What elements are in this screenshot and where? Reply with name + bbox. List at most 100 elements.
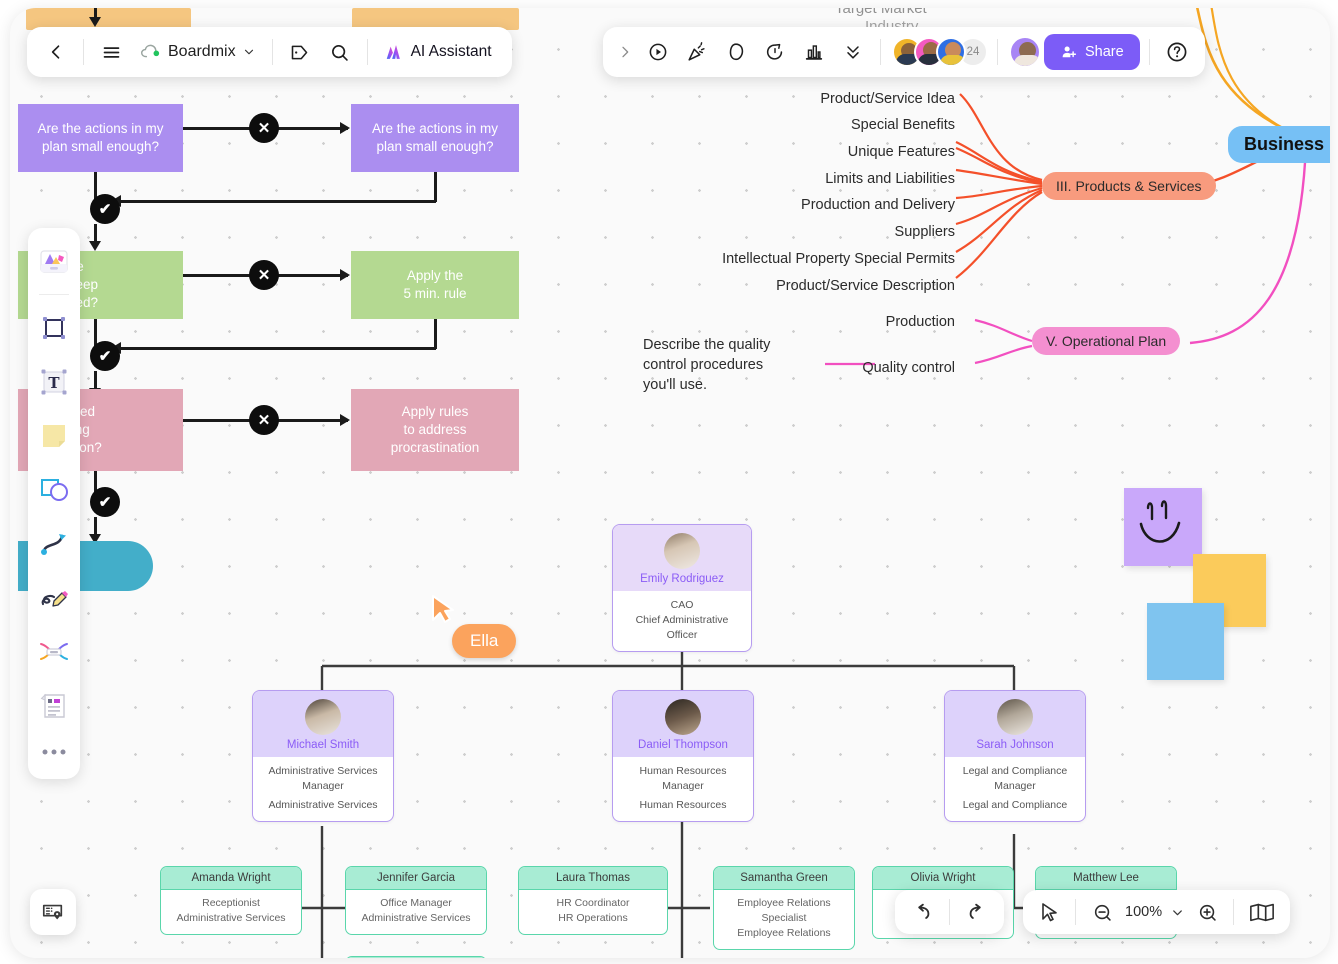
undo-redo-toolbar (895, 890, 1004, 934)
mindmap-child-product-service-idea[interactable]: Product/Service Idea (710, 91, 955, 107)
mindmap-child-product-service-description[interactable]: Product/Service Description (670, 278, 955, 294)
orgchart-card-root[interactable]: Emily Rodriguez CAO Chief Administrative… (612, 524, 752, 652)
text-icon[interactable]: T (32, 357, 76, 407)
flow-badge-yes-3[interactable]: ✔ (90, 487, 120, 517)
orgchart-body: Receptionist Administrative Services (161, 890, 301, 934)
minimap-button[interactable] (30, 889, 76, 935)
board-canvas[interactable]: Target Market Industry Product/Service I (10, 8, 1330, 958)
connector-icon-glyph (41, 534, 66, 555)
ai-assistant-label: AI Assistant (410, 43, 492, 60)
orgchart-card-manager-1[interactable]: Daniel Thompson Human Resources Manager … (612, 690, 754, 822)
svg-text:T: T (48, 374, 60, 392)
connector-icon[interactable] (32, 519, 76, 569)
mindmap-child-quality-control[interactable]: Quality control (810, 360, 955, 376)
tag-button[interactable] (281, 33, 319, 71)
menu-button[interactable] (92, 33, 130, 71)
templates-icon[interactable] (32, 236, 76, 286)
orgchart-card-partial-0[interactable] (345, 956, 487, 958)
redo-button[interactable] (956, 891, 998, 933)
zoom-out-button[interactable] (1084, 893, 1120, 931)
mindmap-node-operational-plan[interactable]: V. Operational Plan (1032, 327, 1181, 355)
chevron-down-icon (1172, 909, 1182, 915)
orgchart-card-manager-0[interactable]: Michael Smith Administrative Services Ma… (252, 690, 394, 822)
collaborator-avatars[interactable]: 24 (890, 37, 988, 67)
orgchart-title: HR Coordinator (556, 897, 630, 909)
pen-icon[interactable] (32, 573, 76, 623)
document-icon[interactable] (32, 681, 76, 731)
flow-line-n1-down (94, 172, 97, 199)
expand-toolbar-button[interactable] (613, 34, 637, 70)
frame-icon[interactable] (32, 303, 76, 353)
orgchart-card-staff-1[interactable]: Jennifer Garcia Office Manager Administr… (345, 866, 487, 935)
mindmap-child-production-delivery[interactable]: Production and Delivery (710, 197, 955, 213)
orgchart-body: Administrative Services Manager Administ… (253, 757, 393, 821)
mindmap-child-intellectual-property[interactable]: Intellectual Property Special Permits (630, 251, 955, 267)
document-icon-glyph (40, 693, 65, 718)
more-dots-icon (42, 749, 66, 755)
more-icon[interactable] (32, 735, 76, 769)
celebrate-button[interactable] (679, 34, 715, 70)
orgchart-body: CAO Chief Administrative Officer (613, 591, 751, 651)
board-title-dropdown[interactable]: Boardmix (132, 43, 264, 61)
more-actions-button[interactable] (835, 34, 871, 70)
shapes-icon[interactable] (32, 465, 76, 515)
chevron-right-icon (622, 46, 629, 58)
flow-badge-no-3[interactable]: ✕ (249, 405, 279, 435)
mindmap-child-special-benefits[interactable]: Special Benefits (710, 117, 955, 133)
map-overview-button[interactable] (1242, 893, 1282, 931)
present-button[interactable] (640, 34, 676, 70)
help-button[interactable] (1159, 34, 1195, 70)
flow-badge-yes-2[interactable]: ✔ (90, 341, 120, 371)
comment-button[interactable] (718, 34, 754, 70)
current-user-avatar[interactable] (1009, 36, 1041, 68)
top-left-toolbar: Boardmix AI Assistant (27, 27, 512, 77)
flow-badge-no-2[interactable]: ✕ (249, 260, 279, 290)
flow-badge-no-1[interactable]: ✕ (249, 113, 279, 143)
mindmap-icon[interactable] (32, 627, 76, 677)
avatar[interactable] (936, 37, 966, 67)
zoom-level-dropdown[interactable] (1167, 893, 1187, 931)
flow-badge-yes-1[interactable]: ✔ (90, 194, 120, 224)
orgchart-card-manager-2[interactable]: Sarah Johnson Legal and Compliance Manag… (944, 690, 1086, 822)
mindmap-label-target-market[interactable]: Target Market (835, 8, 927, 17)
share-button[interactable]: Share (1044, 34, 1140, 70)
orgchart-name: Matthew Lee (1036, 867, 1176, 890)
chevrons-down-icon (847, 46, 859, 59)
undo-button[interactable] (901, 891, 943, 933)
toolbar-divider (1233, 899, 1235, 925)
select-tool-button[interactable] (1031, 893, 1067, 931)
person-add-icon (1062, 46, 1077, 58)
search-button[interactable] (321, 33, 359, 71)
ai-assistant-button[interactable]: AI Assistant (376, 43, 502, 61)
mindmap-node-products-services[interactable]: III. Products & Services (1042, 172, 1216, 200)
back-button[interactable] (37, 33, 75, 71)
left-creation-toolbar: T (28, 228, 80, 779)
zoom-in-button[interactable] (1189, 893, 1225, 931)
flow-node-n6[interactable]: Apply rules to address procrastination (351, 389, 519, 471)
mindmap-child-suppliers[interactable]: Suppliers (710, 224, 955, 240)
flow-node-n1[interactable]: Are the actions in my plan small enough? (18, 104, 183, 172)
mindmap-child-unique-features[interactable]: Unique Features (710, 144, 955, 160)
orgchart-name: Michael Smith (286, 739, 360, 751)
mindmap-note-quality-control[interactable]: Describe the quality control procedures … (643, 335, 813, 395)
zoom-level-value[interactable]: 100% (1122, 904, 1165, 920)
chart-button[interactable] (796, 34, 832, 70)
orgchart-card-staff-3[interactable]: Samantha Green Employee Relations Specia… (713, 866, 855, 950)
sticky-note-blue[interactable] (1147, 603, 1224, 680)
mindmap-node-business-plan-root[interactable]: Business P (1228, 126, 1330, 163)
sticky-note-smiley[interactable] (1124, 488, 1202, 566)
flow-arrow-n1-n2 (340, 122, 350, 134)
sticky-note-icon[interactable] (32, 411, 76, 461)
mindmap-child-limits-liabilities[interactable]: Limits and Liabilities (710, 171, 955, 187)
mindmap-child-production[interactable]: Production (810, 314, 955, 330)
minimap-icon (42, 904, 63, 920)
flow-arrow-n5-n6 (340, 414, 350, 426)
flow-node-n2[interactable]: Are the actions in my plan small enough? (351, 104, 519, 172)
orgchart-card-staff-0[interactable]: Amanda Wright Receptionist Administrativ… (160, 866, 302, 935)
orgchart-card-staff-2[interactable]: Laura Thomas HR Coordinator HR Operation… (518, 866, 668, 935)
timer-button[interactable] (757, 34, 793, 70)
flow-node-n4[interactable]: Apply the 5 min. rule (351, 251, 519, 319)
chevron-left-icon (51, 45, 60, 59)
orgchart-body: HR Coordinator HR Operations (519, 890, 667, 934)
orgchart-name: Sarah Johnson (976, 739, 1054, 751)
